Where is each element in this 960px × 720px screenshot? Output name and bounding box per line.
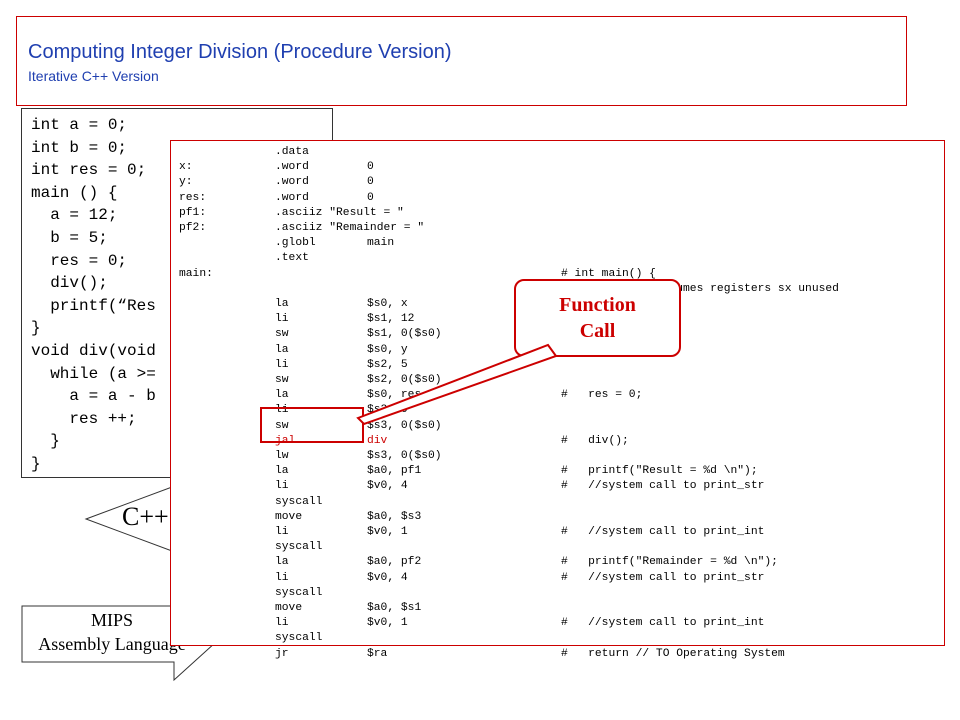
asm-comment: # //system call to print_str <box>561 480 765 493</box>
cpp-code-line: res ++; <box>31 409 137 428</box>
asm-args: $a0, pf1 <box>367 465 422 478</box>
asm-label: res: <box>179 191 207 204</box>
asm-op: syscall <box>275 541 323 554</box>
cpp-arrow-label: C++ <box>122 502 169 531</box>
asm-op: li <box>275 404 289 417</box>
asm-comment: # printf("Remainder = %d \n"); <box>561 556 778 569</box>
asm-op: la <box>275 298 289 310</box>
asm-args: $v0, 1 <box>367 526 408 538</box>
cpp-code-line: while (a >= <box>31 364 156 383</box>
callout-line1: Function <box>559 294 636 316</box>
asm-comment: # res = 0; <box>561 389 643 402</box>
cpp-code-line: div(); <box>31 274 108 293</box>
asm-op: move <box>275 602 303 614</box>
asm-op: li <box>275 480 289 493</box>
asm-op: .asciiz "Remainder = " <box>275 222 425 234</box>
asm-op: la <box>275 389 289 402</box>
asm-op: syscall <box>275 495 323 508</box>
asm-op: li <box>275 617 289 630</box>
assembly-code-box: .data x: .word 0 y: .word 0 res: .word 0 pf1: .asci… <box>170 140 945 660</box>
page-subtitle: Iterative C++ Version <box>28 68 159 84</box>
asm-args: $s3, 0 <box>367 404 408 417</box>
asm-comment: # //system call to print_int <box>561 526 765 538</box>
asm-label: y: <box>179 176 193 189</box>
asm-op: syscall <box>275 632 323 645</box>
asm-args: $v0, 4 <box>367 571 408 584</box>
asm-op: sw <box>275 328 289 341</box>
callout-line2: Call <box>579 320 616 342</box>
asm-comment: # return // TO Operating System <box>561 647 785 660</box>
asm-op: la <box>275 343 289 356</box>
asm-op: sw <box>275 419 289 432</box>
asm-args: $s0, x <box>367 298 408 310</box>
asm-args: div <box>367 434 388 447</box>
asm-label: x: <box>179 161 193 174</box>
asm-op: .word <box>275 161 309 174</box>
asm-op: syscall <box>275 586 323 599</box>
asm-args: 0 <box>367 191 374 204</box>
cpp-code-line: printf(“Res <box>31 296 156 315</box>
asm-args: 0 <box>367 176 374 189</box>
cpp-code-line: int b = 0; <box>31 138 128 157</box>
cpp-code-line: b = 5; <box>31 229 108 247</box>
cpp-code-line: a = a - b <box>31 387 156 406</box>
asm-args: 0 <box>367 161 374 174</box>
asm-comment: # div(); <box>561 434 629 447</box>
asm-op: li <box>275 358 289 371</box>
cpp-code-line: } <box>31 455 41 473</box>
cpp-code-line: } <box>31 432 60 451</box>
asm-args: $s0, res <box>367 389 422 402</box>
cpp-code-line: a = 12; <box>31 206 118 225</box>
asm-args: $a0, $s1 <box>367 602 422 614</box>
asm-label: pf2: <box>179 222 207 234</box>
asm-comment: # printf("Result = %d \n"); <box>561 465 758 478</box>
asm-op: .text <box>275 252 309 265</box>
cpp-code-line: main () { <box>31 183 118 202</box>
asm-op: sw <box>275 374 289 386</box>
cpp-code-line: } <box>31 319 41 338</box>
title-box: Computing Integer Division (Procedure Ve… <box>16 16 907 106</box>
cpp-code-line: res = 0; <box>31 251 128 270</box>
asm-args: $a0, $s3 <box>367 510 422 523</box>
cpp-code-line: int a = 0; <box>31 116 128 134</box>
asm-op: .data <box>275 146 309 158</box>
asm-op: la <box>275 465 289 478</box>
cpp-code-line: int res = 0; <box>31 161 147 180</box>
asm-args: $s1, 12 <box>367 313 415 326</box>
asm-op: li <box>275 526 289 538</box>
asm-label: main: <box>179 267 213 280</box>
asm-args: $a0, pf2 <box>367 556 422 569</box>
asm-args: $s2, 5 <box>367 358 408 371</box>
asm-args: $s0, y <box>367 343 408 356</box>
asm-op: move <box>275 510 303 523</box>
asm-args: $s3, 0($s0) <box>367 419 442 432</box>
asm-op: lw <box>275 450 289 462</box>
asm-args: $s1, 0($s0) <box>367 328 442 341</box>
asm-args: $s2, 0($s0) <box>367 374 442 386</box>
asm-op: li <box>275 571 289 584</box>
asm-op: jr <box>275 647 289 660</box>
asm-op: .asciiz "Result = " <box>275 206 404 219</box>
asm-args: $s3, 0($s0) <box>367 450 442 462</box>
page-title: Computing Integer Division (Procedure Ve… <box>28 41 452 63</box>
asm-comment: # //system call to print_str <box>561 571 765 584</box>
asm-op: jal <box>275 434 296 447</box>
asm-args: main <box>367 237 395 250</box>
cpp-code-line: void div(void <box>31 342 156 360</box>
asm-args: $ra <box>367 647 388 660</box>
asm-op: .word <box>275 176 309 189</box>
asm-op: .word <box>275 191 309 204</box>
asm-args: $v0, 4 <box>367 480 408 493</box>
asm-label: pf1: <box>179 206 207 219</box>
function-call-callout: Function Call <box>514 279 681 357</box>
asm-op: li <box>275 313 289 326</box>
asm-op: la <box>275 556 289 569</box>
asm-comment: # //system call to print_int <box>561 617 765 630</box>
asm-args: $v0, 1 <box>367 617 408 630</box>
asm-op: .globl <box>275 237 316 250</box>
